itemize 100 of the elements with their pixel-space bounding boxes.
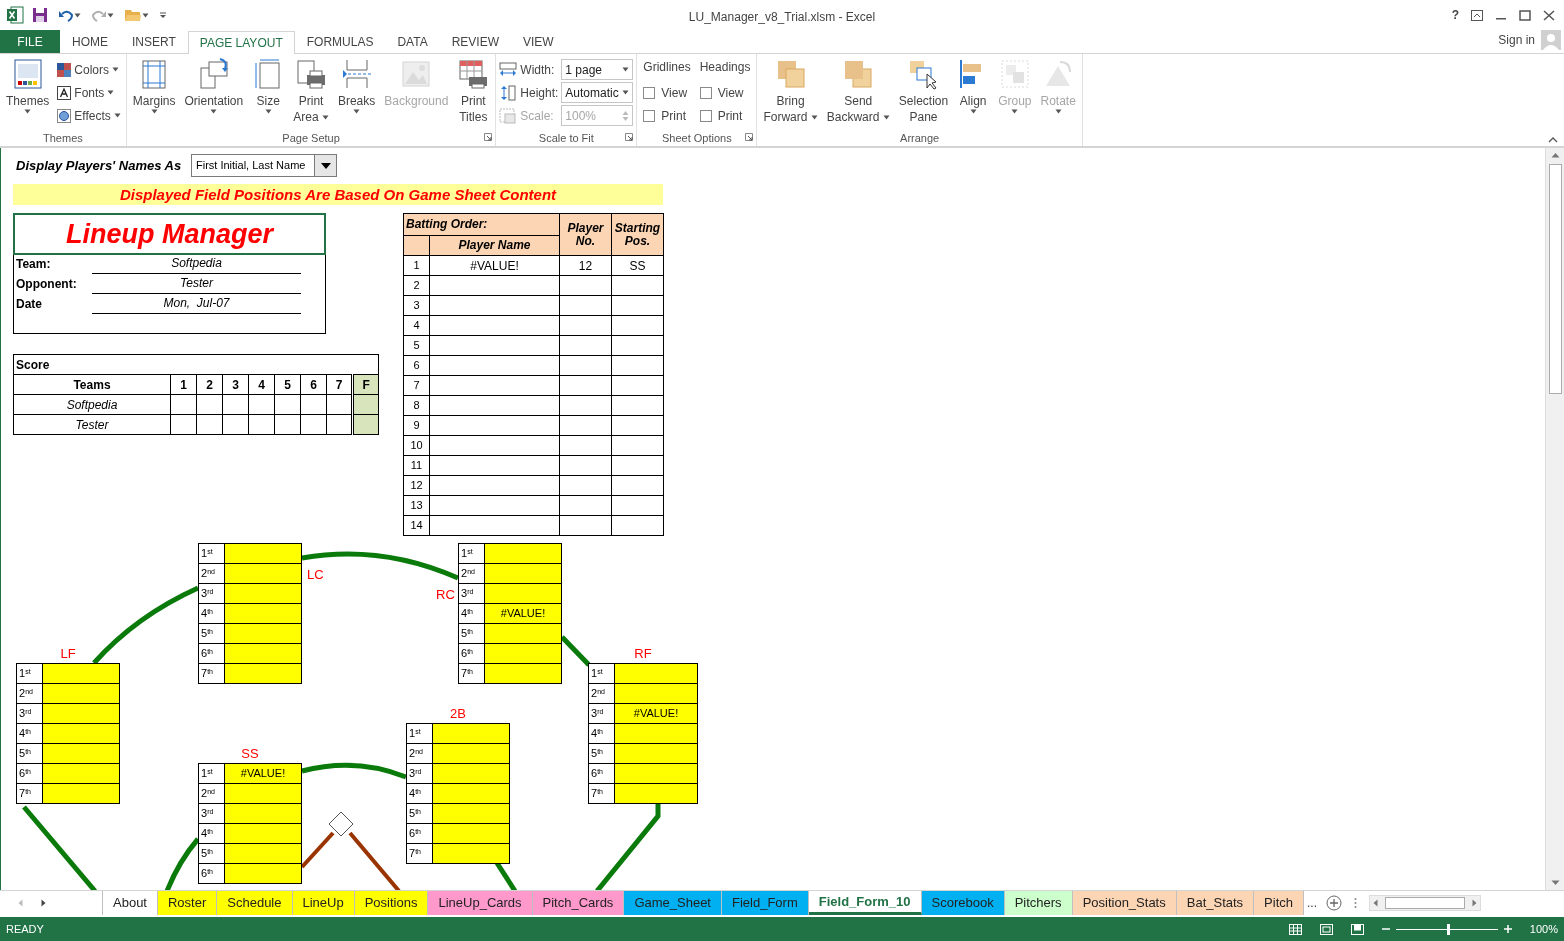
table-cell: 10	[403, 435, 430, 456]
banner-text: Displayed Field Positions Are Based On Game Sheet Content	[13, 184, 663, 205]
undo-button[interactable]	[56, 8, 83, 22]
column-header: 1	[170, 374, 197, 395]
ribbon-button[interactable]: Send Backward	[823, 58, 893, 130]
sheet-tab[interactable]: Pitch_Cards	[532, 891, 625, 915]
ribbon-button[interactable]: Effects	[55, 104, 123, 127]
image-icon	[400, 58, 433, 90]
table-cell: 6	[403, 355, 430, 376]
ribbon-button[interactable]: Selection Pane	[895, 58, 952, 130]
inning-label: 5$^{th}$	[458, 623, 485, 644]
sheet-tab[interactable]: Field_Form	[722, 891, 809, 915]
open-button[interactable]	[122, 8, 151, 22]
ribbon-button[interactable]: Bring Forward	[760, 58, 821, 130]
inning-label: 7$^{th}$	[406, 843, 433, 864]
ribbon-button[interactable]: Themes	[3, 58, 53, 130]
zoom-level[interactable]: 100%	[1529, 920, 1558, 938]
ribbon-button[interactable]: Print Titles	[454, 58, 493, 130]
customize-toolbar-button[interactable]	[157, 11, 169, 19]
sheet-tab[interactable]: Position_Stats	[1072, 891, 1177, 915]
sign-in-link[interactable]: Sign in	[1498, 31, 1535, 49]
more-sheets-button[interactable]: ...	[1304, 891, 1321, 915]
ribbon-button[interactable]: Colors	[55, 58, 123, 81]
ribbon-button[interactable]: Fonts	[55, 81, 123, 104]
ribbon-button[interactable]: Orientation	[181, 58, 247, 130]
next-sheet-icon[interactable]	[41, 899, 46, 907]
collapse-ribbon-icon[interactable]	[1548, 137, 1558, 143]
caret-icon	[622, 90, 630, 95]
stacked-squares-icon	[842, 58, 875, 90]
ribbon-tab[interactable]: VIEW	[511, 30, 566, 53]
option-heading: Gridlines	[643, 59, 691, 76]
add-sheet-icon[interactable]	[1326, 895, 1343, 911]
sheet-tab[interactable]: Game_Sheet	[624, 891, 722, 915]
ribbon-button[interactable]: Align	[954, 58, 993, 130]
status-text: READY	[6, 921, 44, 937]
close-icon[interactable]	[1543, 9, 1555, 21]
inning-label: 4$^{th}$	[406, 783, 433, 804]
field-value: Mon, Jul-07	[92, 294, 301, 314]
checkbox[interactable]: Print	[643, 104, 691, 127]
inning-label: 2$^{nd}$	[588, 683, 615, 704]
ribbon-button[interactable]: Breaks	[334, 58, 379, 130]
sheet-tab[interactable]: Pitchers	[1004, 891, 1073, 915]
caret-icon	[159, 11, 167, 19]
inning-label: 3$^{rd}$	[16, 703, 43, 724]
checkbox[interactable]: View	[643, 81, 691, 104]
ribbon-tab[interactable]: REVIEW	[439, 30, 511, 53]
horizontal-scrollbar[interactable]	[1369, 895, 1482, 911]
avatar-icon	[1541, 30, 1561, 50]
dialog-launcher-icon[interactable]	[484, 133, 493, 141]
zoom-slider-thumb[interactable]	[1446, 923, 1450, 935]
inning-label: 7$^{th}$	[458, 663, 485, 684]
help-button[interactable]: ?	[1451, 6, 1459, 24]
names-format-dropdown[interactable]: First Initial, Last Name	[191, 154, 337, 177]
sheet-tab[interactable]: Schedule	[217, 891, 293, 915]
normal-view-icon[interactable]	[1288, 923, 1302, 935]
ribbon-tab[interactable]: HOME	[60, 30, 120, 53]
score-title: Score	[13, 354, 379, 375]
sheet-tab[interactable]: LineUp	[292, 891, 355, 915]
scroll-up-icon[interactable]	[1550, 152, 1560, 158]
zoom-in-icon[interactable]	[1503, 925, 1512, 933]
sheet-tab[interactable]: Field_Form_10	[808, 891, 922, 915]
ribbon-tab[interactable]: FILE	[0, 30, 60, 53]
save-button[interactable]	[30, 7, 50, 23]
sheet-tab[interactable]: Bat_Stats	[1176, 891, 1255, 915]
sheet-tab[interactable]: Scorebook	[921, 891, 1005, 915]
ribbon-display-icon[interactable]	[1471, 9, 1483, 21]
page-layout-view-icon[interactable]	[1319, 923, 1333, 935]
zoom-out-icon[interactable]	[1381, 925, 1390, 933]
inning-label: 6$^{th}$	[198, 643, 225, 664]
ribbon-tab[interactable]: DATA	[385, 30, 440, 53]
ribbon-tab[interactable]: FORMULAS	[294, 30, 386, 53]
page-break-view-icon[interactable]	[1350, 923, 1364, 935]
ribbon-tab[interactable]: INSERT	[120, 30, 188, 53]
table-cell: 11	[403, 455, 430, 476]
field-label: Team:	[16, 256, 52, 273]
ribbon-button[interactable]: Margins	[129, 58, 179, 130]
scroll-down-icon[interactable]	[1550, 880, 1560, 886]
dialog-launcher-icon[interactable]	[745, 133, 754, 141]
sheet-tab[interactable]: Pitch	[1254, 891, 1304, 915]
caret-icon	[622, 67, 630, 72]
redo-button[interactable]	[89, 8, 116, 22]
dropdown-field[interactable]: 1 page	[561, 59, 634, 80]
sheet-tab[interactable]: LineUp_Cards	[428, 891, 533, 915]
dropdown-field[interactable]: Automatic	[561, 82, 634, 103]
checkbox[interactable]: View	[699, 81, 751, 104]
ribbon-button[interactable]: Print Area	[290, 58, 332, 130]
scrollbar-thumb[interactable]	[1548, 164, 1562, 394]
ribbon-tab[interactable]: PAGE LAYOUT	[187, 31, 295, 54]
ribbon-button[interactable]: Size	[249, 58, 288, 130]
column-header: 4	[248, 374, 275, 395]
group-title: Sheet Options	[662, 132, 732, 144]
inning-label: 2$^{nd}$	[458, 563, 485, 584]
dialog-launcher-icon[interactable]	[625, 133, 634, 141]
sheet-tab[interactable]: Positions	[354, 891, 429, 915]
table-cell: 12	[559, 255, 612, 276]
sheet-tab[interactable]: Roster	[158, 891, 218, 915]
checkbox[interactable]: Print	[699, 104, 751, 127]
splitter-icon[interactable]	[1354, 897, 1358, 909]
maximize-icon[interactable]	[1519, 9, 1531, 21]
font-box-icon	[57, 85, 72, 100]
